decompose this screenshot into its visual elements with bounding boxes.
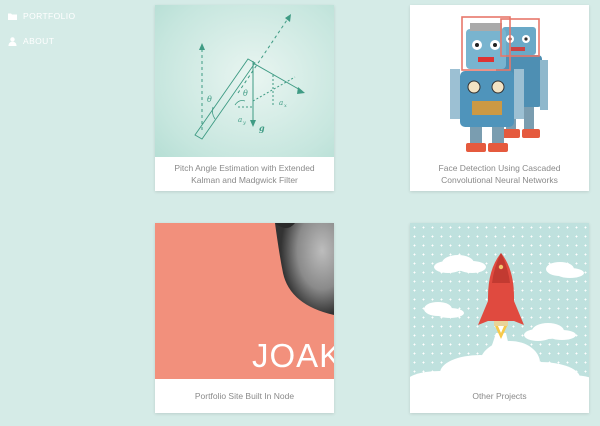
theta-left-label: θ: [207, 95, 212, 104]
nav-item-portfolio[interactable]: PORTFOLIO: [8, 10, 76, 22]
card-title: Pitch Angle Estimation with Extended Kalm…: [155, 157, 334, 191]
folder-icon: [8, 13, 17, 20]
project-card-portfolio-site[interactable]: JOAK Portfolio Site Built In Node: [155, 223, 334, 413]
theta-right-label: θ: [243, 89, 248, 98]
g-label: g: [259, 123, 265, 133]
nav-item-about[interactable]: ABOUT: [8, 35, 76, 47]
robot-illustration: [450, 16, 548, 152]
nav-label-portfolio: PORTFOLIO: [23, 11, 76, 21]
imu-vector-diagram: θ θ a x a y g: [194, 14, 305, 140]
user-icon: [8, 36, 17, 46]
rocket-image: [410, 223, 589, 391]
ay-sub-label: y: [242, 120, 246, 126]
joak-text: JOAK: [252, 337, 334, 374]
imu-diagram-image: θ θ a x a y g: [155, 5, 334, 165]
portfolio-site-image: JOAK: [155, 223, 334, 391]
card-title: Face Detection Using Cascaded Convolution…: [410, 157, 589, 191]
nav-label-about: ABOUT: [23, 36, 55, 46]
card-title: Other Projects: [410, 379, 589, 413]
ay-label: a: [238, 116, 242, 124]
robot-toys-image: [410, 5, 589, 165]
ax-label: a: [279, 99, 283, 107]
project-card-face-detection[interactable]: Face Detection Using Cascaded Convolution…: [410, 5, 589, 191]
sidebar-nav: PORTFOLIO ABOUT: [8, 10, 76, 60]
ax-sub-label: x: [284, 103, 287, 109]
rocket-illustration: [410, 253, 589, 391]
card-title: Portfolio Site Built In Node: [155, 379, 334, 413]
project-card-other-projects[interactable]: Other Projects: [410, 223, 589, 413]
project-card-pitch-estimation[interactable]: θ θ a x a y g Pitch Angle Estimation wit…: [155, 5, 334, 191]
